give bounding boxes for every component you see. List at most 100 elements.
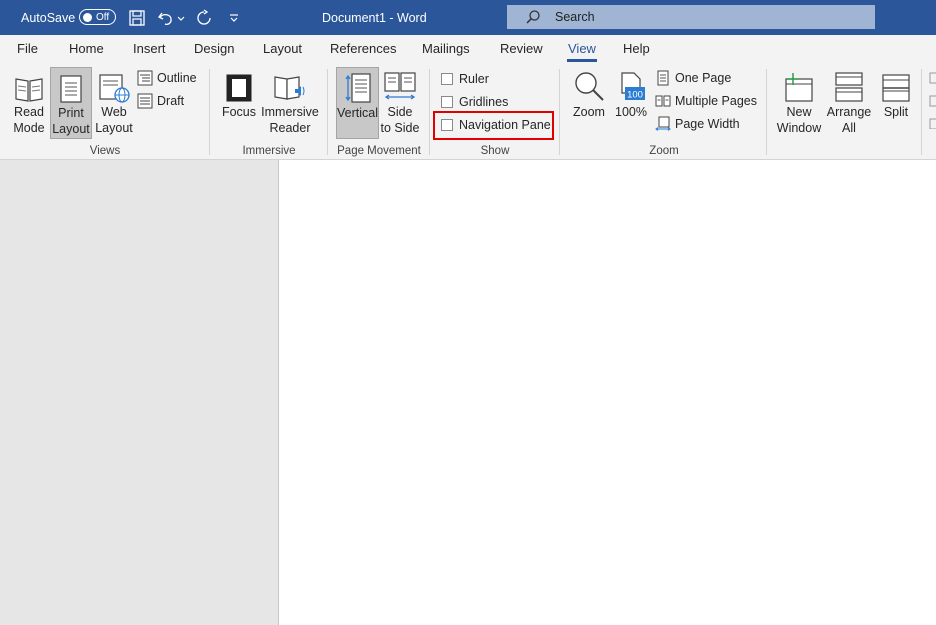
autosave-label: AutoSave [21, 10, 76, 25]
focus-label: Focus [221, 105, 257, 119]
side-to-side-button[interactable]: Side to Side [380, 67, 420, 139]
zoom-100-button[interactable]: 100 100% [612, 67, 650, 139]
arrange-all-line2: All [842, 121, 856, 135]
zoom-100-badge: 100 [627, 90, 643, 101]
zoom-100-label: 100% [615, 105, 647, 119]
print-layout-icon [60, 75, 82, 103]
gridlines-checkbox[interactable] [441, 96, 453, 108]
focus-button[interactable]: Focus [219, 67, 259, 139]
document-page[interactable] [279, 160, 936, 625]
immersive-reader-button[interactable]: Immersive Reader [260, 67, 320, 139]
split-icon [882, 74, 910, 102]
read-mode-line1: Read [14, 105, 44, 119]
web-layout-button[interactable]: Web Layout [94, 67, 134, 139]
zoom-button[interactable]: Zoom [569, 67, 609, 139]
search-box[interactable]: Search [507, 5, 875, 29]
read-mode-icon [15, 78, 43, 102]
tab-design[interactable]: Design [194, 41, 234, 56]
draft-button[interactable]: Draft [137, 91, 184, 111]
ruler-checkbox-row[interactable]: Ruler [441, 69, 489, 89]
document-title: Document1 - Word [322, 10, 427, 25]
views-group-label: Views [89, 145, 121, 157]
tab-help[interactable]: Help [623, 41, 650, 56]
new-window-button[interactable]: New Window [775, 67, 823, 139]
tab-layout[interactable]: Layout [263, 41, 302, 56]
immersive-reader-line1: Immersive [261, 105, 319, 119]
split-button[interactable]: Split [876, 67, 916, 139]
group-separator [209, 69, 210, 155]
arrange-all-line1: Arrange [826, 105, 872, 119]
outline-label: Outline [157, 71, 197, 85]
multiple-pages-label: Multiple Pages [675, 94, 757, 108]
page-width-label: Page Width [675, 117, 740, 131]
page-width-button[interactable]: Page Width [655, 114, 740, 134]
zoom-100-icon: 100 [621, 72, 645, 101]
arrange-all-icon [835, 72, 863, 102]
tab-insert[interactable]: Insert [133, 41, 166, 56]
navigation-pane-highlight [433, 111, 554, 140]
autosave-toggle[interactable]: Off [79, 9, 116, 25]
tab-references[interactable]: References [330, 41, 396, 56]
arrange-all-button[interactable]: Arrange All [825, 67, 873, 139]
page-movement-group-label: Page Movement [337, 145, 421, 157]
group-separator [766, 69, 767, 155]
vertical-button[interactable]: Vertical [336, 67, 379, 139]
title-bar: AutoSave Off Document1 - Word Search [0, 0, 936, 35]
redo-icon[interactable] [195, 9, 213, 27]
autosave-state: Off [96, 11, 110, 23]
one-page-icon [657, 70, 669, 86]
save-icon[interactable] [128, 9, 146, 27]
search-label: Search [555, 10, 595, 24]
document-margin-area [0, 160, 279, 625]
ruler-checkbox[interactable] [441, 73, 453, 85]
search-icon [526, 10, 540, 24]
ribbon-tabs: File Home Insert Design Layout Reference… [0, 35, 936, 63]
print-layout-line1: Print [58, 106, 84, 120]
side-to-side-line1: Side [387, 105, 413, 119]
outline-button[interactable]: Outline [137, 68, 197, 88]
new-window-line2: Window [776, 121, 822, 135]
immersive-reader-icon [274, 76, 305, 100]
customize-qat-icon[interactable] [228, 9, 240, 27]
page-width-icon [655, 116, 671, 131]
active-tab-indicator [567, 59, 597, 62]
vertical-icon [344, 73, 371, 103]
draft-icon [137, 93, 153, 109]
undo-icon[interactable] [157, 9, 175, 27]
print-layout-button[interactable]: Print Layout [50, 67, 92, 139]
web-layout-line1: Web [101, 105, 127, 119]
outline-icon [137, 70, 153, 86]
tab-file[interactable]: File [17, 41, 38, 56]
magnifier-icon [575, 72, 604, 101]
tab-mailings[interactable]: Mailings [422, 41, 470, 56]
print-layout-line2: Layout [52, 122, 90, 136]
tab-view[interactable]: View [568, 41, 596, 56]
tab-review[interactable]: Review [500, 41, 543, 56]
show-group-label: Show [480, 145, 510, 157]
web-layout-icon [99, 74, 130, 103]
group-separator [559, 69, 560, 155]
zoom-group-label: Zoom [649, 145, 679, 157]
chevron-down-icon[interactable] [176, 9, 186, 27]
multiple-pages-button[interactable]: Multiple Pages [655, 91, 757, 111]
new-window-line1: New [786, 105, 812, 119]
group-separator [921, 69, 922, 155]
gridlines-label: Gridlines [459, 95, 509, 109]
toggle-knob [83, 12, 92, 22]
one-page-label: One Page [675, 71, 732, 85]
side-to-side-icon [384, 72, 416, 100]
read-mode-line2: Mode [13, 121, 45, 135]
tab-home[interactable]: Home [69, 41, 104, 56]
ruler-label: Ruler [459, 72, 489, 86]
group-separator [327, 69, 328, 155]
split-label: Split [883, 105, 909, 119]
draft-label: Draft [157, 94, 185, 108]
immersive-group-label: Immersive [242, 145, 296, 157]
gridlines-checkbox-row[interactable]: Gridlines [441, 92, 508, 112]
vertical-label: Vertical [337, 106, 378, 120]
window-small-icons[interactable] [928, 69, 936, 129]
group-separator [429, 69, 430, 155]
multiple-pages-icon [655, 95, 671, 107]
read-mode-button[interactable]: Read Mode [9, 67, 49, 139]
one-page-button[interactable]: One Page [655, 68, 731, 88]
